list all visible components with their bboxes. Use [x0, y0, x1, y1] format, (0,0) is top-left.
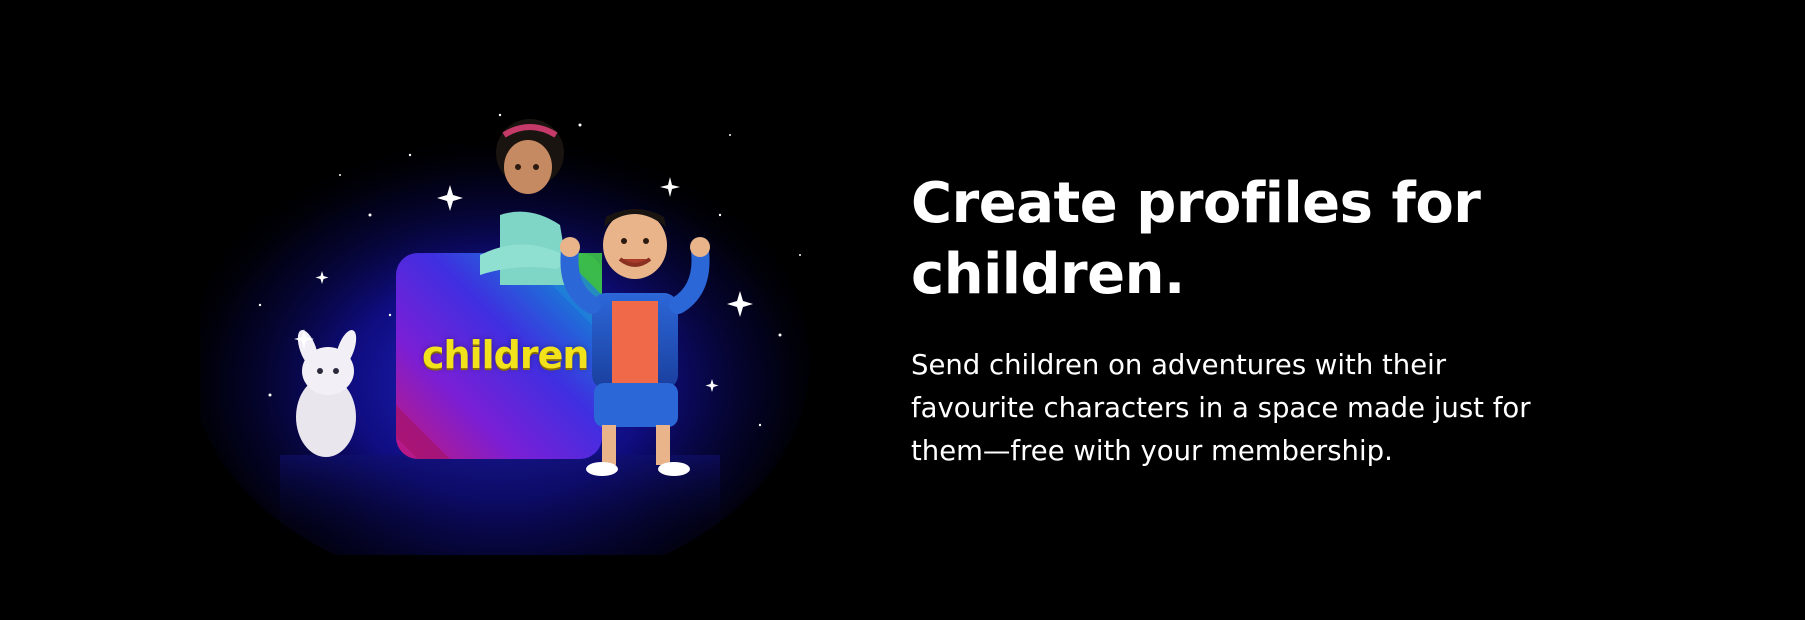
body-copy: Send children on adventures with their f…: [911, 349, 1531, 467]
kids-profiles-hero: children Create profiles for children. S…: [0, 0, 1805, 620]
kids-illustration: children: [200, 95, 820, 555]
tile-label: children: [422, 333, 589, 377]
kids-illustration-art: [200, 113, 810, 555]
hero-copy: Create profiles for children. Send child…: [911, 168, 1611, 473]
headline: Create profiles for children.: [911, 171, 1481, 307]
